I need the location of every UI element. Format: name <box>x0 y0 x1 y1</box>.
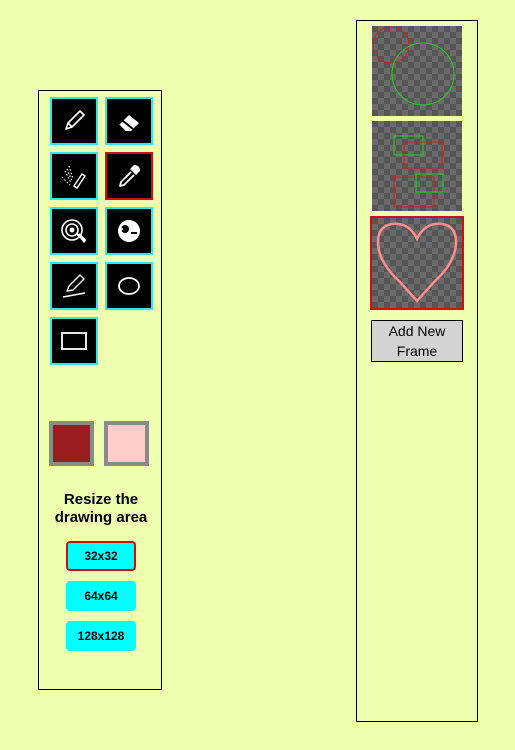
lighten-darken-tool-button[interactable] <box>105 207 153 255</box>
size-32-button[interactable]: 32x32 <box>66 541 136 571</box>
eraser-tool-button[interactable] <box>105 97 153 145</box>
rectangles-drawing <box>393 135 444 208</box>
ellipse-tool-button[interactable] <box>105 262 153 310</box>
rectangle-icon <box>61 332 87 350</box>
heart-drawing <box>376 222 458 303</box>
eyedropper-icon <box>119 165 140 187</box>
eyedropper-tool-button[interactable] <box>105 152 153 200</box>
resize-title: Resize the drawing area <box>39 491 163 527</box>
frame-thumbnail-2[interactable] <box>372 121 462 211</box>
spray-brush-icon <box>61 165 86 189</box>
fill-target-icon <box>61 219 87 243</box>
pencil-tool-button[interactable] <box>50 97 98 145</box>
size-64-button[interactable]: 64x64 <box>66 581 136 611</box>
primary-color-swatch[interactable] <box>49 421 94 466</box>
add-new-frame-button[interactable]: Add New Frame <box>371 320 463 362</box>
spray-tool-button[interactable] <box>50 152 98 200</box>
line-icon <box>62 274 86 298</box>
frame-thumbnail-1[interactable] <box>372 26 462 116</box>
fill-tool-button[interactable] <box>50 207 98 255</box>
circles-drawing <box>372 26 455 106</box>
rectangle-tool-button[interactable] <box>50 317 98 365</box>
line-tool-button[interactable] <box>50 262 98 310</box>
lighten-darken-icon <box>118 220 140 242</box>
resize-title-line-2: drawing area <box>54 509 148 526</box>
ellipse-icon <box>118 277 140 295</box>
secondary-color-swatch[interactable] <box>104 421 149 466</box>
tool-panel: Resize the drawing area 32x32 64x64 128x… <box>38 90 162 690</box>
resize-title-line-1: Resize the <box>63 491 139 508</box>
pencil-icon <box>65 110 85 130</box>
eraser-icon <box>118 115 139 132</box>
frame-thumbnail-3[interactable] <box>370 216 464 310</box>
add-frame-label-line-2: Frame <box>396 343 438 359</box>
frame-panel: Add New Frame <box>356 20 478 722</box>
add-frame-label-line-1: Add New <box>388 323 446 339</box>
size-128-button[interactable]: 128x128 <box>66 621 136 651</box>
